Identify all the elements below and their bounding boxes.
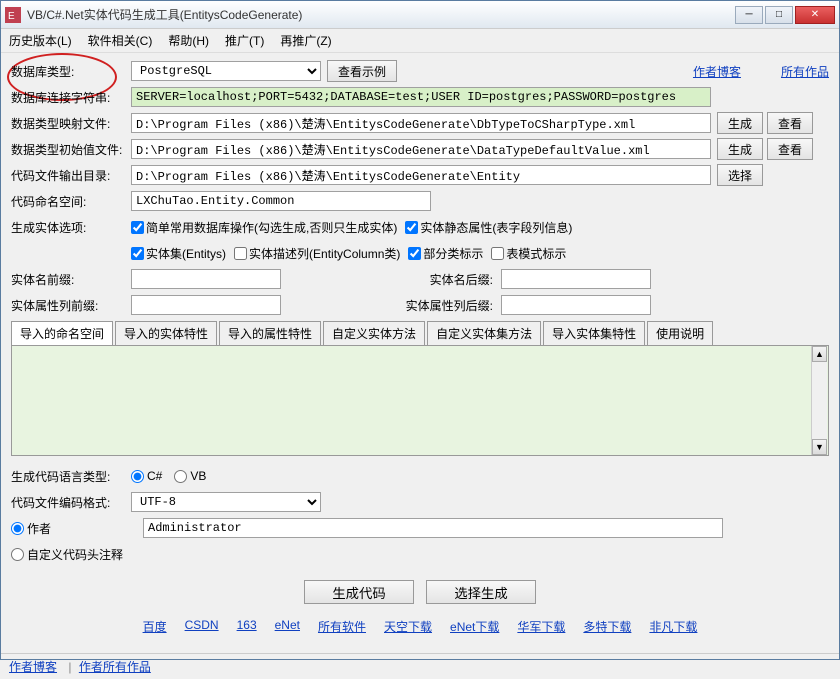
radio-vb[interactable]: VB [174,469,206,483]
entsuffix-input[interactable] [501,269,651,289]
main-buttons: 生成代码 选择生成 [11,580,829,604]
view-sample-button[interactable]: 查看示例 [327,60,397,82]
defval-input[interactable] [131,139,711,159]
label-namespace: 代码命名空间: [11,193,131,210]
menu-history[interactable]: 历史版本(L) [9,32,72,49]
minimize-button[interactable]: ─ [735,6,763,24]
chk-simpleop[interactable]: 简单常用数据库操作(勾选生成,否则只生成实体) [131,219,397,236]
chk-entitycol[interactable]: 实体描述列(EntityColumn类) [234,245,400,262]
label-maptype: 数据类型映射文件: [11,115,131,132]
app-icon: E [5,7,21,23]
gen-defval-button[interactable]: 生成 [717,138,763,160]
label-langtype: 生成代码语言类型: [11,468,131,485]
bottom-links: 百度 CSDN 163 eNet 所有软件 天空下载 eNet下载 华军下载 多… [11,618,829,635]
generate-code-button[interactable]: 生成代码 [304,580,414,604]
footer-blog-link[interactable]: 作者博客 [9,660,57,674]
encoding-select[interactable]: UTF-8 [131,492,321,512]
svg-text:E: E [8,11,15,22]
link-allsoft[interactable]: 所有软件 [318,618,366,635]
tab-custom-entity-method[interactable]: 自定义实体方法 [323,321,425,345]
link-csdn[interactable]: CSDN [185,618,219,635]
view-maptype-button[interactable]: 查看 [767,112,813,134]
namespace-input[interactable] [131,191,431,211]
menu-software[interactable]: 软件相关(C) [88,32,153,49]
radio-author[interactable]: 作者 [11,520,131,537]
label-outdir: 代码文件输出目录: [11,167,131,184]
select-outdir-button[interactable]: 选择 [717,164,763,186]
link-baidu[interactable]: 百度 [143,618,167,635]
link-feifan[interactable]: 非凡下载 [649,618,697,635]
link-huajun[interactable]: 华军下载 [517,618,565,635]
radio-csharp[interactable]: C# [131,469,162,483]
tab-custom-entityset-method[interactable]: 自定义实体集方法 [427,321,541,345]
view-defval-button[interactable]: 查看 [767,138,813,160]
tab-entityset-attr[interactable]: 导入实体集特性 [543,321,645,345]
label-propsuffix: 实体属性列后缀: [281,297,501,314]
label-defval: 数据类型初始值文件: [11,141,131,158]
link-enet[interactable]: eNet [275,618,300,635]
dbtype-select[interactable]: PostgreSQL [131,61,321,81]
author-blog-link[interactable]: 作者博客 [693,63,741,80]
all-works-link[interactable]: 所有作品 [781,63,829,80]
label-genopts: 生成实体选项: [11,219,131,236]
label-entprefix: 实体名前缀: [11,271,131,288]
select-generate-button[interactable]: 选择生成 [426,580,536,604]
entprefix-input[interactable] [131,269,281,289]
scroll-down-icon[interactable]: ▼ [812,439,827,455]
tab-entity-attr[interactable]: 导入的实体特性 [115,321,217,345]
tab-namespace[interactable]: 导入的命名空间 [11,321,113,345]
label-dbtype: 数据库类型: [11,63,131,80]
scroll-up-icon[interactable]: ▲ [812,346,827,362]
client-area: 数据库类型: PostgreSQL 查看示例 作者博客 所有作品 数据库连接字符… [1,53,839,653]
link-163[interactable]: 163 [237,618,257,635]
link-enetdl[interactable]: eNet下载 [450,618,499,635]
chk-tablemode[interactable]: 表模式标示 [491,245,566,262]
gen-maptype-button[interactable]: 生成 [717,112,763,134]
connstr-input[interactable] [131,87,711,107]
link-duote[interactable]: 多特下载 [583,618,631,635]
menubar: 历史版本(L) 软件相关(C) 帮助(H) 推广(T) 再推广(Z) [1,29,839,53]
footer-works-link[interactable]: 作者所有作品 [79,660,151,674]
radio-customhead[interactable]: 自定义代码头注释 [11,546,151,563]
chk-partial[interactable]: 部分类标示 [408,245,483,262]
chk-entityset[interactable]: 实体集(Entitys) [131,245,226,262]
titlebar: E VB/C#.Net实体代码生成工具(EntitysCodeGenerate)… [1,1,839,29]
label-propprefix: 实体属性列前缀: [11,297,131,314]
link-tiankong[interactable]: 天空下载 [384,618,432,635]
label-connstr: 数据库连接字符串: [11,89,131,106]
propsuffix-input[interactable] [501,295,651,315]
menu-help[interactable]: 帮助(H) [168,32,209,49]
maximize-button[interactable]: □ [765,6,793,24]
propprefix-input[interactable] [131,295,281,315]
close-button[interactable]: ✕ [795,6,835,24]
chk-staticprop[interactable]: 实体静态属性(表字段列信息) [405,219,572,236]
tab-usage[interactable]: 使用说明 [647,321,713,345]
label-encoding: 代码文件编码格式: [11,494,131,511]
menu-promo[interactable]: 推广(T) [225,32,264,49]
tab-scrollbar[interactable]: ▲ ▼ [811,346,827,455]
tabstrip: 导入的命名空间 导入的实体特性 导入的属性特性 自定义实体方法 自定义实体集方法… [11,321,829,346]
author-input[interactable] [143,518,723,538]
window-title: VB/C#.Net实体代码生成工具(EntitysCodeGenerate) [27,6,733,23]
tab-content[interactable]: ▲ ▼ [11,346,829,456]
maptype-input[interactable] [131,113,711,133]
window-buttons: ─ □ ✕ [733,6,835,24]
app-window: E VB/C#.Net实体代码生成工具(EntitysCodeGenerate)… [0,0,840,660]
outdir-input[interactable] [131,165,711,185]
menu-repromo[interactable]: 再推广(Z) [280,32,331,49]
statusbar: 作者博客 | 作者所有作品 [1,653,839,679]
label-entsuffix: 实体名后缀: [281,271,501,288]
tab-prop-attr[interactable]: 导入的属性特性 [219,321,321,345]
